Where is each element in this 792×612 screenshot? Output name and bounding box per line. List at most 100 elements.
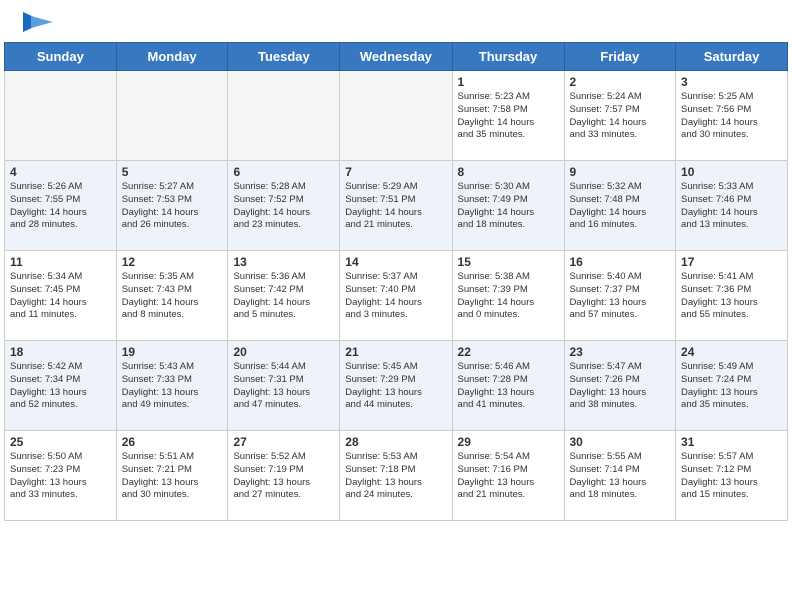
day-number: 29 <box>458 435 559 449</box>
day-cell-20: 20Sunrise: 5:44 AM Sunset: 7:31 PM Dayli… <box>228 341 340 431</box>
day-cell-29: 29 Sunrise: 5:54 AM Sunset: 7:16 PM Dayli… <box>452 431 564 521</box>
day-header-monday: Monday <box>116 43 228 71</box>
day-number: 16 <box>570 255 671 269</box>
day-number: 7 <box>345 165 446 179</box>
day-cell-24: 24 Sunrise: 5:49 AM Sunset: 7:24 PM Dayli… <box>676 341 788 431</box>
day-info: Sunrise: 5:53 AM Sunset: 7:18 PM Dayligh… <box>345 451 446 502</box>
day-number: 22 <box>458 345 559 359</box>
day-cell-22: 22 Sunrise: 5:46 AM Sunset: 7:28 PM Dayli… <box>452 341 564 431</box>
empty-cell <box>116 71 228 161</box>
day-header-row: SundayMondayTuesdayWednesdayThursdayFrid… <box>5 43 788 71</box>
day-header-friday: Friday <box>564 43 676 71</box>
day-info: Sunrise: 5:35 AM Sunset: 7:43 PM Dayligh… <box>122 271 223 322</box>
day-cell-15: 15 Sunrise: 5:38 AM Sunset: 7:39 PM Dayli… <box>452 251 564 341</box>
day-cell-25: 25 Sunrise: 5:50 AM Sunset: 7:23 PM Dayli… <box>5 431 117 521</box>
day-cell-3: 3 Sunrise: 5:25 AM Sunset: 7:56 PM Daylig… <box>676 71 788 161</box>
day-number: 8 <box>458 165 559 179</box>
day-cell-1: 1 Sunrise: 5:23 AM Sunset: 7:58 PM Daylig… <box>452 71 564 161</box>
day-number: 23 <box>570 345 671 359</box>
day-cell-7: 7Sunrise: 5:29 AM Sunset: 7:51 PM Daylig… <box>340 161 452 251</box>
day-cell-23: 23 Sunrise: 5:47 AM Sunset: 7:26 PM Dayli… <box>564 341 676 431</box>
day-number: 11 <box>10 255 111 269</box>
day-number: 5 <box>122 165 223 179</box>
day-number: 1 <box>458 75 559 89</box>
day-info: Sunrise: 5:37 AM Sunset: 7:40 PM Dayligh… <box>345 271 446 322</box>
week-row-1: 4 Sunrise: 5:26 AM Sunset: 7:55 PM Daylig… <box>5 161 788 251</box>
day-info: Sunrise: 5:43 AM Sunset: 7:33 PM Dayligh… <box>122 361 223 412</box>
day-info: Sunrise: 5:27 AM Sunset: 7:53 PM Dayligh… <box>122 181 223 232</box>
day-cell-26: 26 Sunrise: 5:51 AM Sunset: 7:21 PM Dayli… <box>116 431 228 521</box>
day-number: 19 <box>122 345 223 359</box>
day-info: Sunrise: 5:46 AM Sunset: 7:28 PM Dayligh… <box>458 361 559 412</box>
empty-cell <box>228 71 340 161</box>
day-number: 2 <box>570 75 671 89</box>
day-info: Sunrise: 5:34 AM Sunset: 7:45 PM Dayligh… <box>10 271 111 322</box>
day-number: 26 <box>122 435 223 449</box>
day-cell-19: 19 Sunrise: 5:43 AM Sunset: 7:33 PM Dayli… <box>116 341 228 431</box>
day-number: 14 <box>345 255 446 269</box>
day-info: Sunrise: 5:49 AM Sunset: 7:24 PM Dayligh… <box>681 361 782 412</box>
day-cell-2: 2 Sunrise: 5:24 AM Sunset: 7:57 PM Daylig… <box>564 71 676 161</box>
day-info: Sunrise: 5:24 AM Sunset: 7:57 PM Dayligh… <box>570 91 671 142</box>
day-number: 4 <box>10 165 111 179</box>
day-cell-30: 30Sunrise: 5:55 AM Sunset: 7:14 PM Dayli… <box>564 431 676 521</box>
day-cell-31: 31 Sunrise: 5:57 AM Sunset: 7:12 PM Dayli… <box>676 431 788 521</box>
day-number: 17 <box>681 255 782 269</box>
day-header-tuesday: Tuesday <box>228 43 340 71</box>
day-info: Sunrise: 5:25 AM Sunset: 7:56 PM Dayligh… <box>681 91 782 142</box>
day-info: Sunrise: 5:26 AM Sunset: 7:55 PM Dayligh… <box>10 181 111 232</box>
day-number: 9 <box>570 165 671 179</box>
day-number: 30 <box>570 435 671 449</box>
day-info: Sunrise: 5:33 AM Sunset: 7:46 PM Dayligh… <box>681 181 782 232</box>
day-cell-12: 12Sunrise: 5:35 AM Sunset: 7:43 PM Dayli… <box>116 251 228 341</box>
day-number: 31 <box>681 435 782 449</box>
day-info: Sunrise: 5:57 AM Sunset: 7:12 PM Dayligh… <box>681 451 782 502</box>
day-info: Sunrise: 5:38 AM Sunset: 7:39 PM Dayligh… <box>458 271 559 322</box>
day-info: Sunrise: 5:54 AM Sunset: 7:16 PM Dayligh… <box>458 451 559 502</box>
day-info: Sunrise: 5:30 AM Sunset: 7:49 PM Dayligh… <box>458 181 559 232</box>
day-info: Sunrise: 5:47 AM Sunset: 7:26 PM Dayligh… <box>570 361 671 412</box>
week-row-4: 25 Sunrise: 5:50 AM Sunset: 7:23 PM Dayli… <box>5 431 788 521</box>
day-cell-18: 18Sunrise: 5:42 AM Sunset: 7:34 PM Dayli… <box>5 341 117 431</box>
day-number: 18 <box>10 345 111 359</box>
day-cell-17: 17 Sunrise: 5:41 AM Sunset: 7:36 PM Dayli… <box>676 251 788 341</box>
day-info: Sunrise: 5:28 AM Sunset: 7:52 PM Dayligh… <box>233 181 334 232</box>
day-cell-21: 21 Sunrise: 5:45 AM Sunset: 7:29 PM Dayli… <box>340 341 452 431</box>
day-info: Sunrise: 5:51 AM Sunset: 7:21 PM Dayligh… <box>122 451 223 502</box>
day-number: 28 <box>345 435 446 449</box>
day-number: 27 <box>233 435 334 449</box>
empty-cell <box>5 71 117 161</box>
day-number: 3 <box>681 75 782 89</box>
day-header-thursday: Thursday <box>452 43 564 71</box>
day-number: 15 <box>458 255 559 269</box>
day-number: 13 <box>233 255 334 269</box>
logo <box>20 16 53 34</box>
day-header-wednesday: Wednesday <box>340 43 452 71</box>
calendar-table: SundayMondayTuesdayWednesdayThursdayFrid… <box>4 42 788 521</box>
day-cell-27: 27Sunrise: 5:52 AM Sunset: 7:19 PM Dayli… <box>228 431 340 521</box>
week-row-0: 1 Sunrise: 5:23 AM Sunset: 7:58 PM Daylig… <box>5 71 788 161</box>
day-number: 21 <box>345 345 446 359</box>
day-cell-4: 4 Sunrise: 5:26 AM Sunset: 7:55 PM Daylig… <box>5 161 117 251</box>
day-number: 6 <box>233 165 334 179</box>
day-number: 10 <box>681 165 782 179</box>
day-info: Sunrise: 5:50 AM Sunset: 7:23 PM Dayligh… <box>10 451 111 502</box>
day-info: Sunrise: 5:23 AM Sunset: 7:58 PM Dayligh… <box>458 91 559 142</box>
header <box>0 0 792 42</box>
empty-cell <box>340 71 452 161</box>
day-cell-16: 16Sunrise: 5:40 AM Sunset: 7:37 PM Dayli… <box>564 251 676 341</box>
day-number: 25 <box>10 435 111 449</box>
day-header-saturday: Saturday <box>676 43 788 71</box>
day-number: 24 <box>681 345 782 359</box>
week-row-3: 18Sunrise: 5:42 AM Sunset: 7:34 PM Dayli… <box>5 341 788 431</box>
day-cell-11: 11 Sunrise: 5:34 AM Sunset: 7:45 PM Dayli… <box>5 251 117 341</box>
day-cell-13: 13 Sunrise: 5:36 AM Sunset: 7:42 PM Dayli… <box>228 251 340 341</box>
day-cell-9: 9Sunrise: 5:32 AM Sunset: 7:48 PM Daylig… <box>564 161 676 251</box>
day-cell-10: 10 Sunrise: 5:33 AM Sunset: 7:46 PM Dayli… <box>676 161 788 251</box>
day-info: Sunrise: 5:45 AM Sunset: 7:29 PM Dayligh… <box>345 361 446 412</box>
day-info: Sunrise: 5:41 AM Sunset: 7:36 PM Dayligh… <box>681 271 782 322</box>
day-info: Sunrise: 5:36 AM Sunset: 7:42 PM Dayligh… <box>233 271 334 322</box>
week-row-2: 11 Sunrise: 5:34 AM Sunset: 7:45 PM Dayli… <box>5 251 788 341</box>
day-number: 20 <box>233 345 334 359</box>
logo-icon <box>23 12 53 38</box>
